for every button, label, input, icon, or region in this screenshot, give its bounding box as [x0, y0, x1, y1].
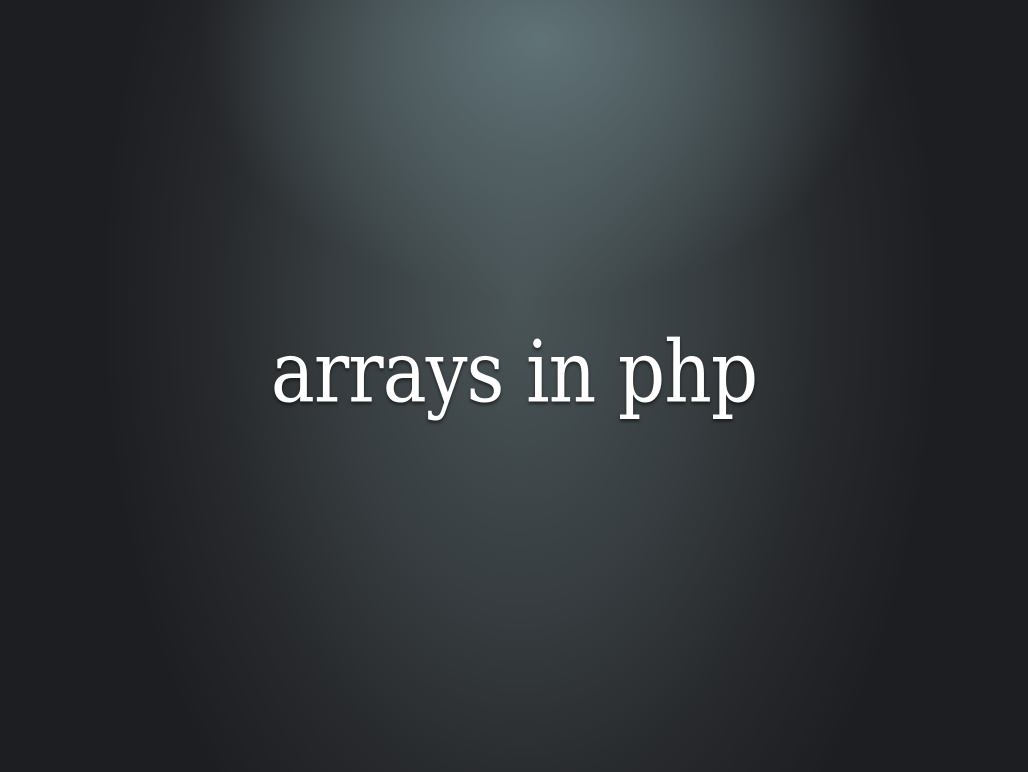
slide: arrays in php: [0, 0, 1028, 772]
slide-title: arrays in php: [270, 323, 759, 423]
